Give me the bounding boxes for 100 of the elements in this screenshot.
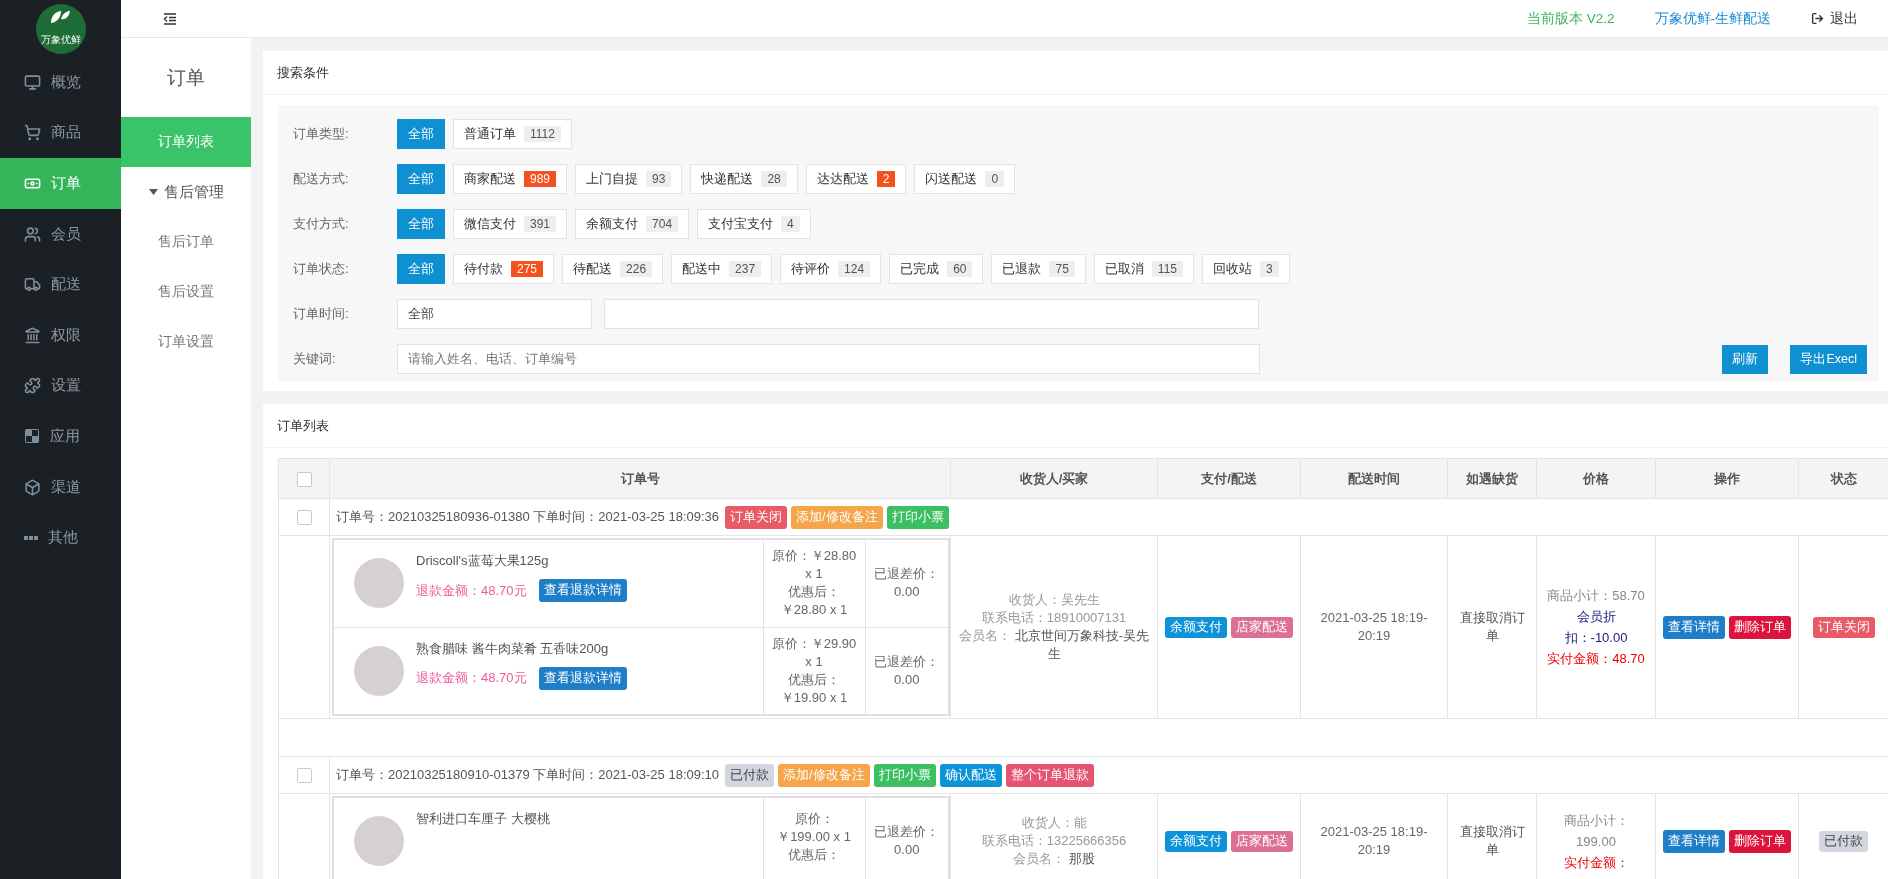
bank-icon [24, 326, 41, 344]
price-text: 原价：￥29.90 [770, 634, 858, 653]
sidebar-item[interactable]: 其他 [0, 512, 121, 563]
refund-diff-text: 0.00 [893, 841, 921, 859]
product-photo-placeholder [354, 558, 404, 608]
refund-diff-text: 0.00 [893, 583, 921, 602]
filter-option[interactable]: 已完成 60 [889, 254, 984, 284]
count-badge: 1112 [524, 126, 561, 142]
date-range-field[interactable] [604, 299, 1259, 329]
payment-tag: 余额支付 [1165, 830, 1227, 852]
receiver-text: 联系电话：18910007131 [980, 609, 1128, 627]
refund-diff-text: 0.00 [893, 670, 921, 689]
price-summary: 实付金额： [1562, 853, 1630, 872]
count-badge: 391 [524, 216, 557, 232]
sidebar-item[interactable]: 配送 [0, 259, 121, 310]
count-badge: 0 [985, 171, 1005, 187]
filter-option[interactable]: 全部 [397, 119, 445, 149]
count-badge: 704 [646, 216, 679, 232]
menu-icon[interactable] [163, 12, 177, 25]
order-action-button[interactable]: 整个订单退款 [1005, 763, 1094, 787]
logout-icon [1811, 12, 1824, 25]
filter-option[interactable]: 配送中 237 [671, 254, 773, 284]
payment-tag: 店家配送 [1231, 616, 1293, 638]
filter-option[interactable]: 上门自提 93 [575, 164, 683, 194]
filter-option[interactable]: 商家配送 989 [453, 164, 568, 194]
truck-icon [24, 276, 41, 294]
submenu-item[interactable]: 订单设置 [121, 317, 251, 367]
filter-option[interactable]: 全部 [397, 209, 445, 239]
filter-label: 支付方式: [292, 215, 350, 233]
refund-detail-button[interactable]: 查看退款详情 [538, 579, 627, 602]
column-header: 订单号 [329, 458, 951, 499]
order-row-button[interactable]: 查看详情 [1663, 615, 1725, 639]
time-select[interactable]: 全部 [397, 299, 592, 329]
filter-option[interactable]: 已取消 115 [1093, 254, 1194, 284]
banknote-icon [24, 175, 41, 192]
refund-detail-button[interactable]: 查看退款详情 [538, 666, 627, 690]
order-action-button[interactable]: 已付款 [725, 763, 775, 787]
panel-title: 搜索条件 [277, 63, 329, 82]
member-name: 会员名： 那股 [1012, 850, 1096, 868]
filter-option[interactable]: 待评价 124 [780, 254, 882, 284]
column-header: 状态 [1798, 458, 1888, 499]
price-text: ￥28.80 x 1 [779, 601, 849, 620]
price-text: 原价： [793, 810, 835, 828]
sidebar-item[interactable]: 渠道 [0, 461, 121, 513]
filter-option[interactable]: 余额支付 704 [575, 209, 690, 239]
submenu-group[interactable]: 售后管理 [121, 167, 251, 217]
sidebar-item[interactable]: 权限 [0, 309, 121, 361]
column-header: 操作 [1655, 458, 1799, 499]
refresh-button[interactable]: 刷新 [1722, 344, 1769, 374]
export-button[interactable]: 导出Execl [1790, 344, 1867, 374]
panel-title: 订单列表 [277, 416, 329, 435]
count-badge: 237 [729, 261, 762, 277]
filter-option[interactable]: 快递配送 28 [690, 164, 798, 194]
price-text: x 1 [804, 565, 824, 584]
submenu-item[interactable]: 售后设置 [121, 267, 251, 317]
caret-icon [148, 189, 158, 195]
order-action-button[interactable]: 订单关闭 [725, 505, 788, 529]
order-action-button[interactable]: 确认配送 [939, 763, 1002, 787]
logo: 万象优鲜 [35, 3, 86, 54]
count-badge: 275 [511, 261, 544, 277]
count-badge: 60 [947, 261, 973, 277]
row-checkbox[interactable] [296, 510, 312, 526]
filter-option[interactable]: 闪送配送 0 [914, 164, 1016, 194]
sidebar-item[interactable]: 商品 [0, 107, 121, 159]
filter-option[interactable]: 普通订单 1112 [453, 119, 572, 149]
filter-option[interactable]: 全部 [397, 254, 445, 284]
count-badge: 3 [1260, 261, 1279, 277]
order-row-button[interactable]: 删除订单 [1729, 615, 1791, 639]
sidebar-item[interactable]: 应用 [0, 411, 121, 462]
delivery-time: 2021-03-25 18:19-20:19 [1319, 609, 1429, 645]
brand-link[interactable]: 万象优鲜-生鲜配送 [1654, 9, 1771, 28]
keyword-field[interactable]: 请输入姓名、电话、订单编号 [397, 344, 1260, 374]
filter-option[interactable]: 已退款 75 [991, 254, 1086, 284]
filter-option[interactable]: 待配送 226 [562, 254, 664, 284]
refund-amount: 退款金额：48.70元 [416, 669, 527, 687]
users-icon [24, 225, 41, 243]
price-text: 优惠后： [787, 583, 841, 602]
refund-diff-text: 已退差价： [873, 565, 941, 584]
filter-option[interactable]: 微信支付 391 [453, 209, 568, 239]
filter-option[interactable]: 回收站 3 [1202, 254, 1290, 284]
filter-label: 订单类型: [292, 125, 350, 143]
order-row-button[interactable]: 查看详情 [1663, 829, 1725, 853]
submenu-item[interactable]: 售后订单 [121, 217, 251, 267]
filter-option[interactable]: 待付款 275 [453, 254, 555, 284]
sidebar-item[interactable]: 会员 [0, 208, 121, 260]
sidebar-item[interactable]: 设置 [0, 360, 121, 412]
filter-label: 订单状态: [292, 260, 350, 278]
count-badge: 93 [646, 171, 672, 187]
sidebar-item[interactable]: 概览 [0, 57, 121, 108]
logout-link[interactable]: 退出 [1811, 9, 1858, 28]
checker-square-icon [24, 428, 40, 445]
filter-option[interactable]: 支付宝支付 4 [697, 209, 811, 239]
filter-option[interactable]: 达达配送 2 [805, 164, 907, 194]
price-summary: 商品小计：58.70 [1546, 587, 1646, 605]
order-row-button[interactable]: 删除订单 [1729, 829, 1791, 853]
filter-label: 配送方式: [292, 170, 350, 188]
select-all-checkbox[interactable] [296, 471, 312, 487]
filter-option[interactable]: 全部 [397, 164, 445, 194]
price-summary: 199.00 [1575, 832, 1617, 851]
row-checkbox[interactable] [296, 768, 312, 784]
